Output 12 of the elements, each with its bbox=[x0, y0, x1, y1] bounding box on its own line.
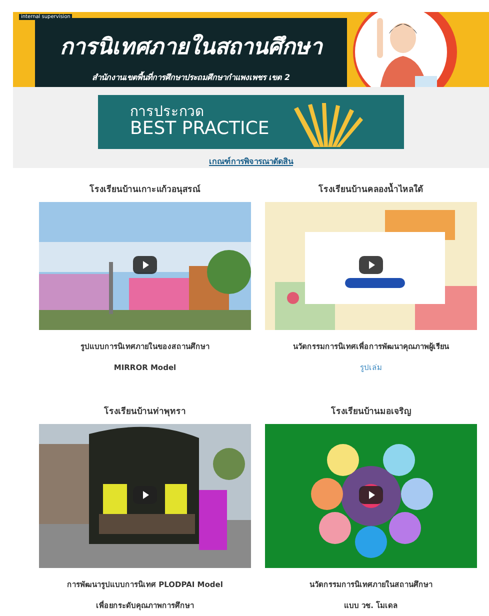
play-icon[interactable] bbox=[359, 256, 383, 274]
school-name: โรงเรียนบ้านเกาะแก้วอนุสรณ์ bbox=[90, 183, 200, 196]
school-name: โรงเรียนบ้านคลองน้ำไหลใต้ bbox=[318, 182, 424, 196]
page-title: การนิเทศภายในสถานศึกษา bbox=[60, 32, 322, 62]
criteria-link[interactable]: เกณฑ์การพิจารณาตัดสิน bbox=[209, 155, 293, 168]
page-subtitle: สำนักงานเขตพื้นที่การศึกษาประถมศึกษากำแพงเพชร เขต 2 bbox=[92, 70, 290, 84]
play-icon[interactable] bbox=[133, 256, 157, 274]
banner-heading: BEST PRACTICE bbox=[130, 119, 270, 139]
banner-heading: การประกวด bbox=[130, 105, 205, 119]
school-name: โรงเรียนบ้านมอเจริญ bbox=[331, 405, 411, 418]
school-name: โรงเรียนบ้านท่าพุทรา bbox=[104, 405, 186, 418]
play-icon[interactable] bbox=[359, 486, 383, 504]
